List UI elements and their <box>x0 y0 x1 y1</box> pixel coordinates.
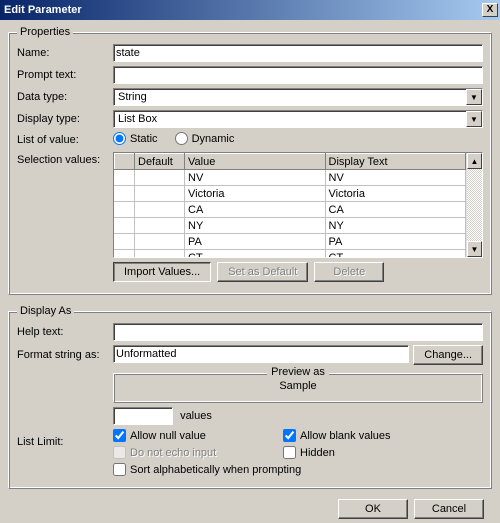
data-type-select[interactable]: String ▼ <box>113 88 483 106</box>
window-title: Edit Parameter <box>4 4 82 16</box>
col-value[interactable]: Value <box>185 154 326 170</box>
chevron-down-icon: ▼ <box>466 89 482 105</box>
table-row: NYNY <box>115 218 466 234</box>
table-row: CTCT <box>115 250 466 258</box>
preview-as-box: Preview as Sample <box>113 373 483 403</box>
check-hidden[interactable]: Hidden <box>283 446 483 459</box>
table-row: PAPA <box>115 234 466 250</box>
display-type-select[interactable]: List Box ▼ <box>113 110 483 128</box>
chevron-down-icon: ▼ <box>466 111 482 127</box>
preview-as-title: Preview as <box>267 366 329 378</box>
name-input[interactable] <box>113 44 483 62</box>
radio-static[interactable]: Static <box>113 132 158 145</box>
label-data-type: Data type: <box>17 91 113 103</box>
list-limit-input[interactable] <box>113 407 173 425</box>
change-button[interactable]: Change... <box>413 345 483 365</box>
grid-scrollbar[interactable]: ▲ ▼ <box>466 153 482 257</box>
import-values-button[interactable]: Import Values... <box>113 262 211 282</box>
display-type-value: List Box <box>116 113 157 125</box>
close-button[interactable]: X <box>482 3 498 17</box>
values-suffix: values <box>180 410 212 422</box>
check-do-not-echo: Do not echo input <box>113 446 283 459</box>
grid-corner <box>115 154 135 170</box>
preview-sample: Sample <box>279 380 316 392</box>
label-list-of-value: List of value: <box>17 134 113 146</box>
prompt-text-input[interactable] <box>113 66 483 84</box>
label-format-string: Format string as: <box>17 349 113 361</box>
cancel-button[interactable]: Cancel <box>414 499 484 519</box>
label-name: Name: <box>17 47 113 59</box>
set-as-default-button[interactable]: Set as Default <box>217 262 308 282</box>
label-help-text: Help text: <box>17 326 113 338</box>
group-display-as: Display As Help text: Format string as: … <box>8 305 492 489</box>
data-type-value: String <box>116 91 147 103</box>
titlebar: Edit Parameter X <box>0 0 500 20</box>
col-display-text[interactable]: Display Text <box>325 154 466 170</box>
check-allow-null[interactable]: Allow null value <box>113 429 283 442</box>
group-properties: Properties Name: Prompt text: Data type:… <box>8 26 492 295</box>
delete-button[interactable]: Delete <box>314 262 384 282</box>
label-selection-values: Selection values: <box>17 152 113 166</box>
format-string-input[interactable] <box>113 345 409 363</box>
check-allow-blank[interactable]: Allow blank values <box>283 429 483 442</box>
help-text-input[interactable] <box>113 323 483 341</box>
scroll-down-icon[interactable]: ▼ <box>467 241 482 257</box>
label-list-limit: List Limit: <box>17 436 113 448</box>
table-row: NVNV <box>115 170 466 186</box>
check-sort-alpha[interactable]: Sort alphabetically when prompting <box>113 463 483 476</box>
selection-values-grid[interactable]: Default Value Display Text NVNV Victoria… <box>113 152 483 258</box>
close-icon: X <box>487 4 494 15</box>
group-display-as-legend: Display As <box>17 305 74 317</box>
group-properties-legend: Properties <box>17 26 73 38</box>
label-display-type: Display type: <box>17 113 113 125</box>
table-row: VictoriaVictoria <box>115 186 466 202</box>
ok-button[interactable]: OK <box>338 499 408 519</box>
scroll-up-icon[interactable]: ▲ <box>467 153 482 169</box>
radio-dynamic[interactable]: Dynamic <box>175 132 235 145</box>
table-row: CACA <box>115 202 466 218</box>
col-default[interactable]: Default <box>135 154 185 170</box>
label-prompt-text: Prompt text: <box>17 69 113 81</box>
